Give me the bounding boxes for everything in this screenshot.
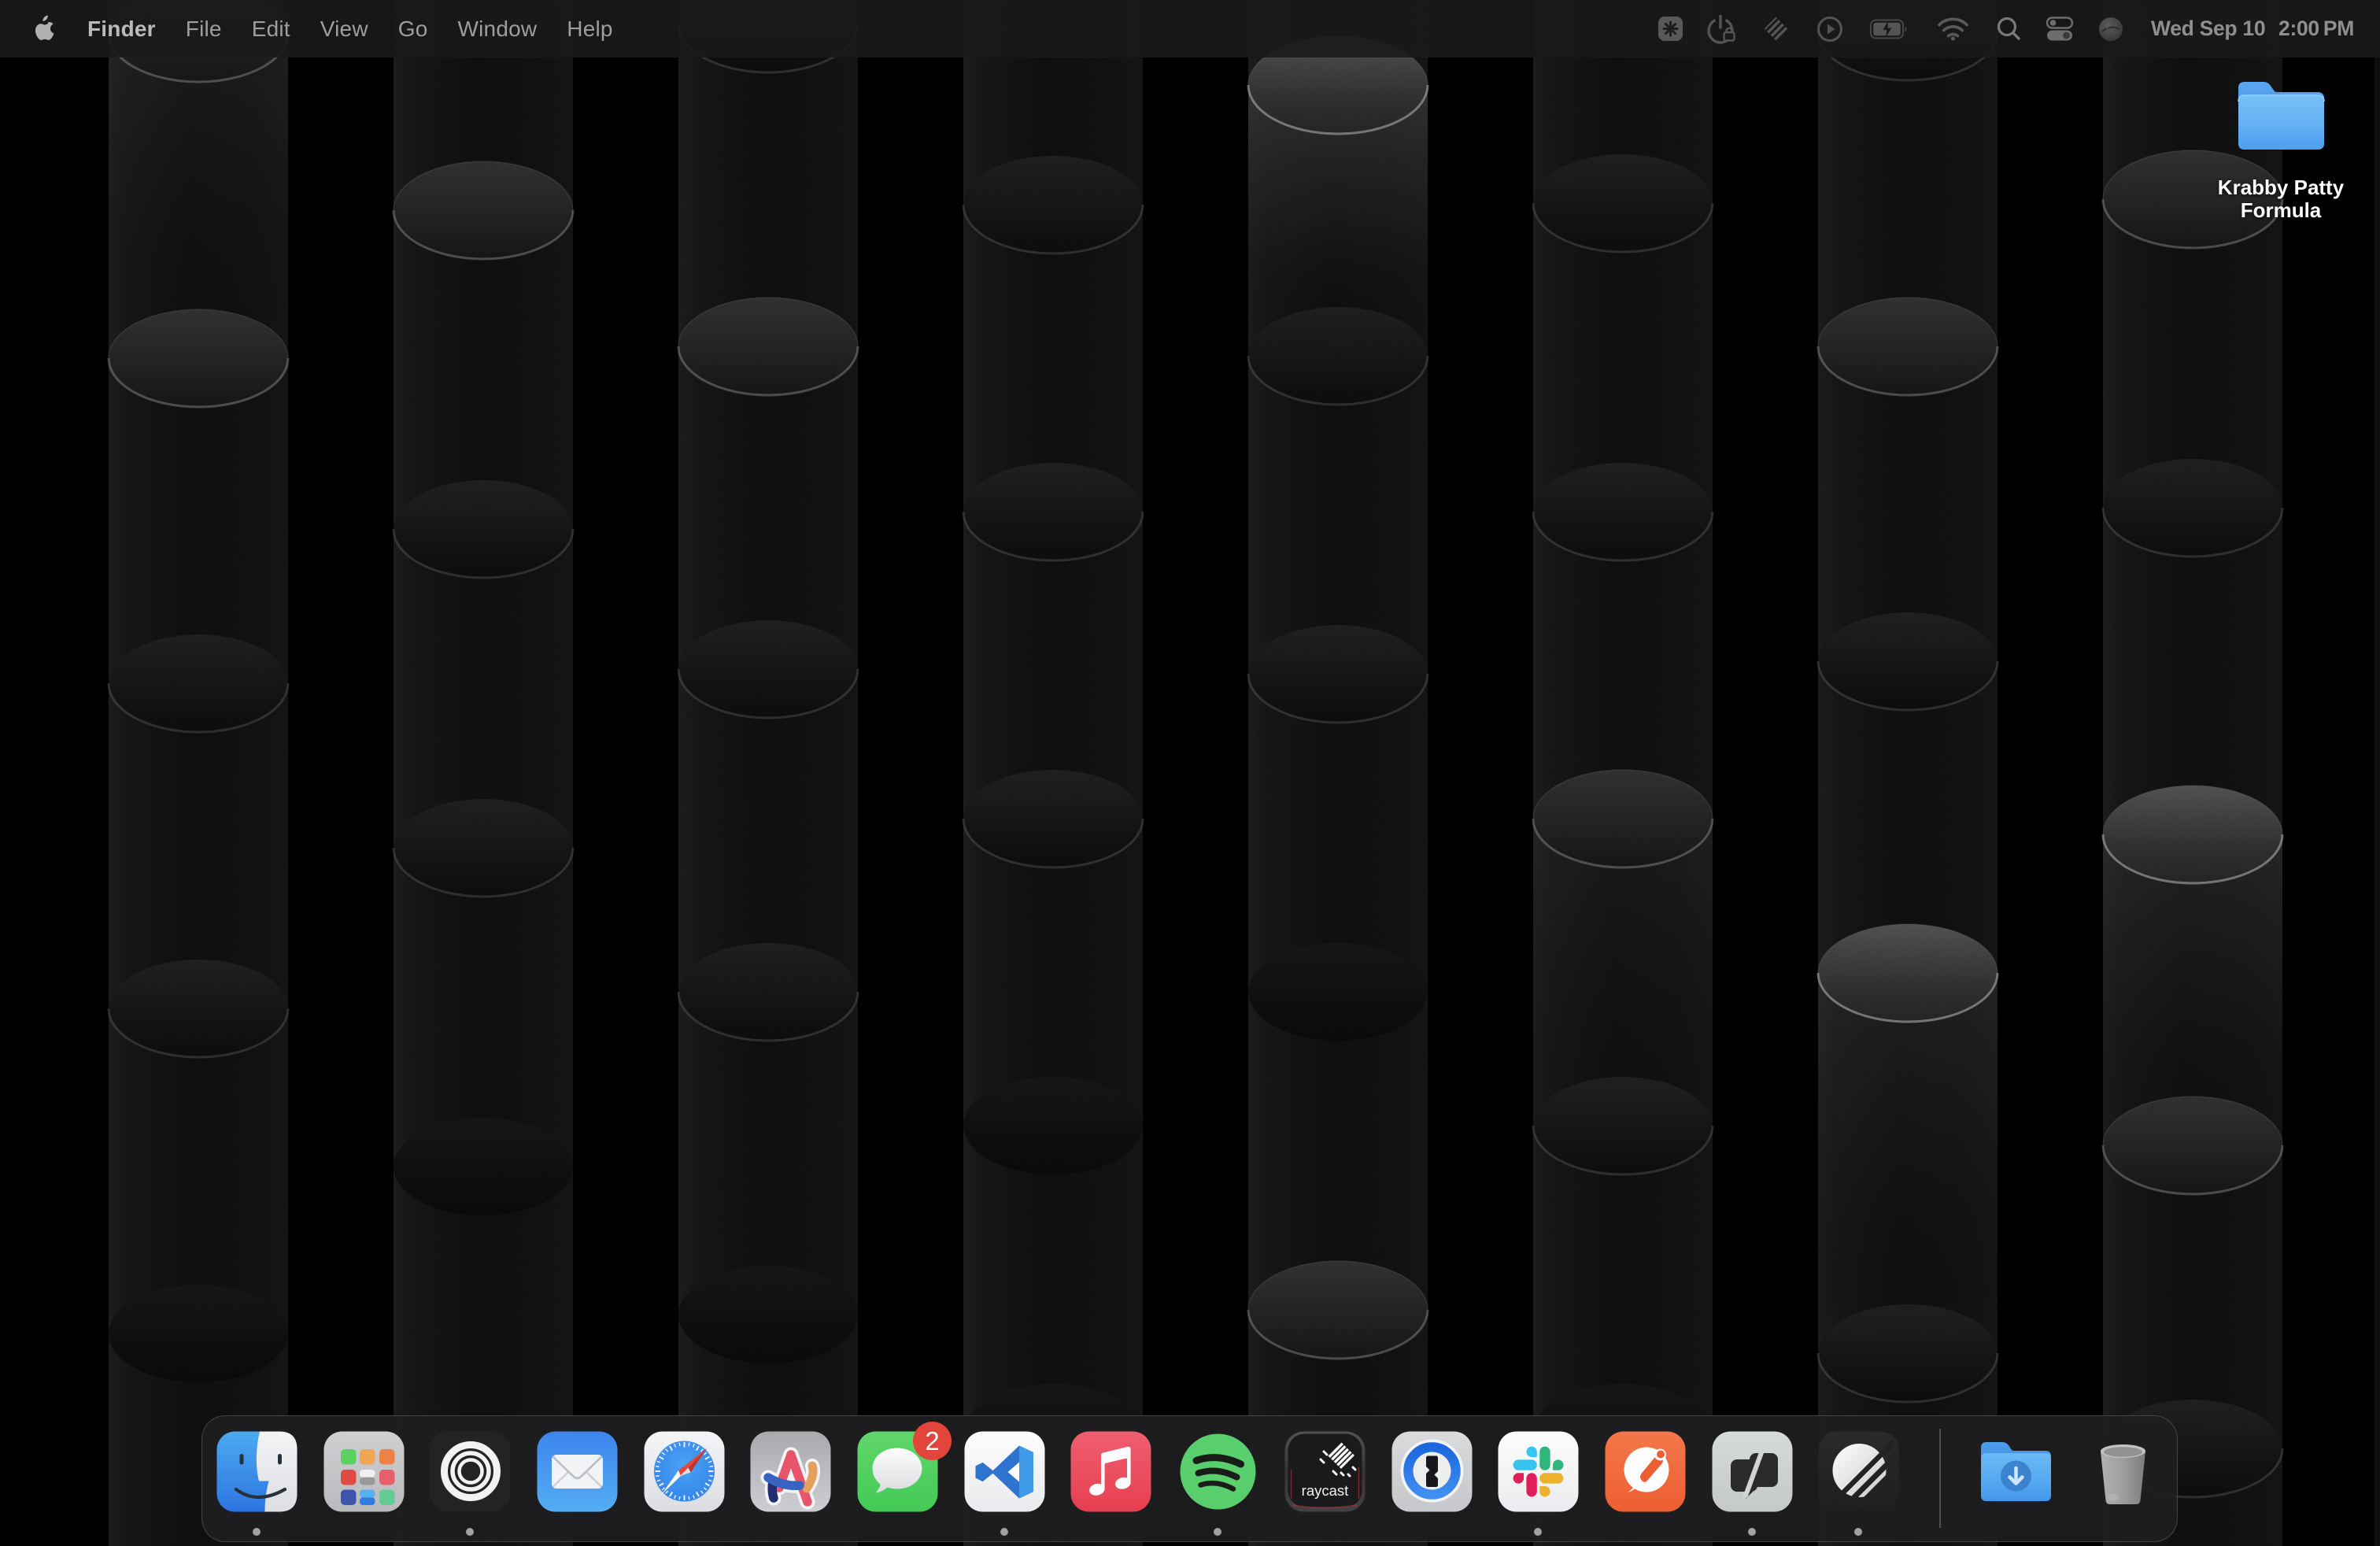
svg-text:raycast: raycast bbox=[1301, 1482, 1348, 1499]
